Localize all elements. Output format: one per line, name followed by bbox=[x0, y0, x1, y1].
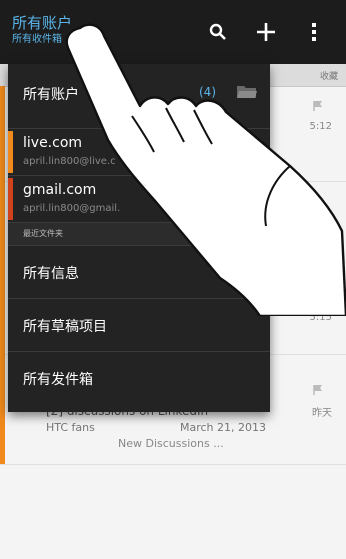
list-account-bar bbox=[0, 86, 5, 430]
item-label: 所有草稿项目 bbox=[23, 319, 107, 335]
section-label: 最近文件夹 bbox=[23, 229, 63, 238]
item-label: 所有发件箱 bbox=[23, 372, 93, 388]
tap-gesture-hand bbox=[65, 23, 346, 316]
message-sender: HTC fans bbox=[46, 421, 95, 434]
mail-app: 所有账户 所有收件箱 收藏 5:12 5:15 昨天 HTC fans Marc… bbox=[0, 0, 346, 559]
message-date: March 21, 2013 bbox=[180, 421, 267, 434]
message-time: 昨天 bbox=[312, 408, 332, 419]
account-color-stripe bbox=[8, 178, 13, 220]
message-preview: New Discussions ... bbox=[118, 437, 224, 450]
dropdown-item-all-outbox[interactable]: 所有发件箱 bbox=[8, 352, 270, 404]
flag-icon[interactable] bbox=[312, 384, 324, 396]
account-color-stripe bbox=[8, 131, 13, 173]
